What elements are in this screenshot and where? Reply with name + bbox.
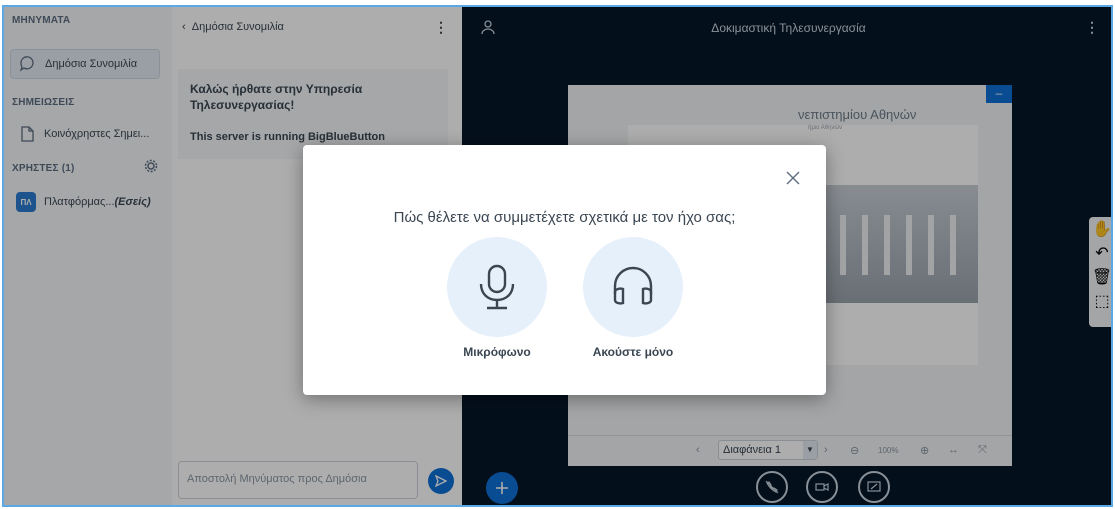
close-icon[interactable] (784, 169, 802, 187)
headphones-icon (613, 266, 653, 305)
listen-only-button[interactable] (583, 237, 683, 337)
microphone-label: Μικρόφωνο (463, 345, 531, 359)
microphone-button[interactable] (447, 237, 547, 337)
app-frame: ΜΗΝΥΜΑΤΑ Δημόσια Συνομιλία ΣΗΜΕΙΩΣΕΙΣ Κο… (2, 5, 1113, 507)
audio-modal: Πώς θέλετε να συμμετέχετε σχετικά με τον… (303, 145, 826, 395)
listen-only-label: Ακούστε μόνο (592, 345, 674, 359)
audio-question: Πώς θέλετε να συμμετέχετε σχετικά με τον… (393, 209, 736, 226)
microphone-icon (479, 264, 515, 310)
